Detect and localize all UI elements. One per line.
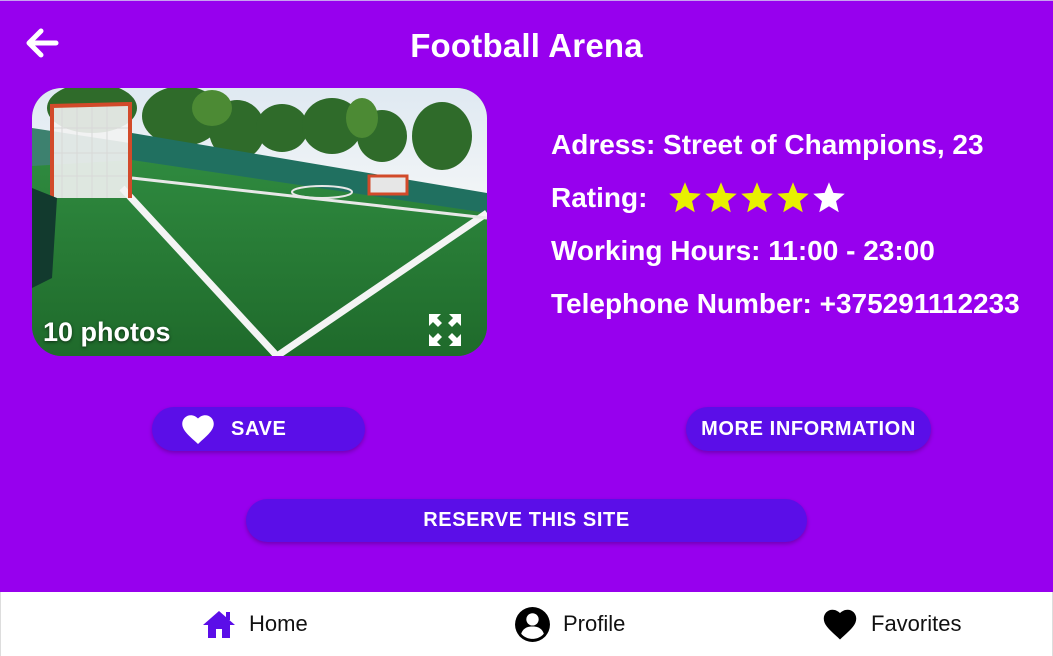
working-hours-text: Working Hours: 11:00 - 23:00 <box>551 234 935 266</box>
rating-label: Rating: <box>551 181 648 213</box>
account-circle-icon <box>515 606 550 642</box>
nav-item-profile-label: Profile <box>563 611 626 636</box>
rating-stars <box>667 180 847 216</box>
save-button-label: SAVE <box>231 417 287 440</box>
more-information-label: MORE INFORMATION <box>701 417 916 440</box>
nav-item-favorites[interactable]: Favorites <box>821 592 961 656</box>
heart-icon <box>182 415 214 444</box>
rating-row: Rating: <box>551 171 1046 224</box>
heart-icon <box>823 609 857 640</box>
star-filled-icon <box>741 181 774 212</box>
expand-icon <box>429 314 461 346</box>
football-field-photo <box>32 88 487 356</box>
app-screen: Football Arena 10 photos Adress: Street … <box>0 0 1053 592</box>
venue-photo-gallery[interactable]: 10 photos <box>32 88 487 356</box>
star-filled-icon <box>705 181 738 212</box>
reserve-site-button[interactable]: RESERVE THIS SITE <box>246 499 807 542</box>
address-text: Adress: Street of Champions, 23 <box>551 128 984 160</box>
star-empty-icon <box>813 181 846 212</box>
more-information-button[interactable]: MORE INFORMATION <box>686 407 931 451</box>
save-button[interactable]: SAVE <box>152 407 365 451</box>
photo-count-label: 10 photos <box>43 317 171 347</box>
nav-item-home[interactable]: Home <box>201 592 308 656</box>
home-icon <box>203 611 235 638</box>
nav-item-home-label: Home <box>249 611 308 636</box>
venue-details: Adress: Street of Champions, 23 Rating: … <box>551 118 1046 330</box>
star-filled-icon <box>777 181 810 212</box>
bottom-navigation: Home Profile Favorites <box>0 592 1053 656</box>
page-title: Football Arena <box>410 27 643 64</box>
nav-item-favorites-label: Favorites <box>871 611 962 636</box>
nav-item-profile[interactable]: Profile <box>514 592 625 656</box>
reserve-site-label: RESERVE THIS SITE <box>423 509 630 531</box>
star-filled-icon <box>669 181 702 212</box>
telephone-text: Telephone Number: +375291112233 <box>551 287 1020 319</box>
expand-gallery-button[interactable] <box>428 313 462 347</box>
